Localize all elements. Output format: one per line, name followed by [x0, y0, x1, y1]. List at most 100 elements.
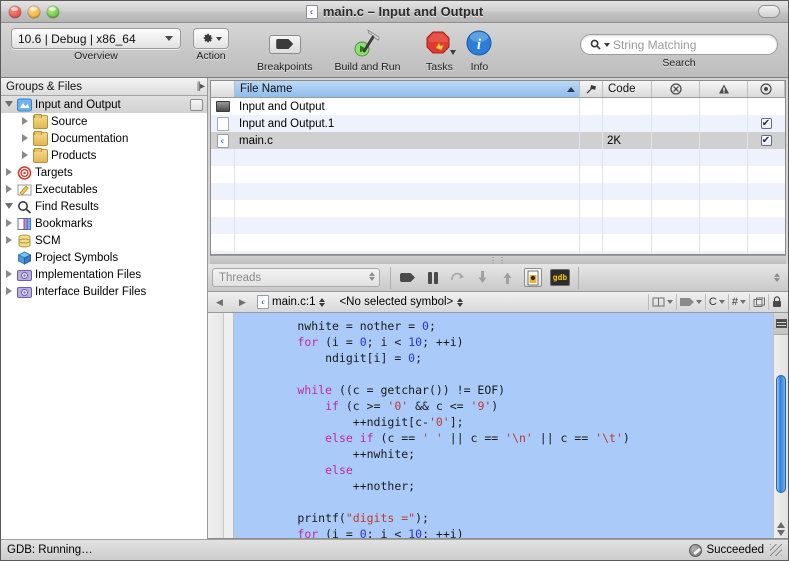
- chevron-right-icon[interactable]: [5, 168, 14, 177]
- smart-folder-icon: [17, 285, 32, 299]
- info-label: Info: [470, 61, 489, 73]
- console-button[interactable]: [524, 268, 542, 287]
- checkbox-checked-icon[interactable]: ✔: [760, 118, 772, 129]
- included-files-button[interactable]: #: [727, 294, 749, 310]
- sidebar-item-source[interactable]: Source: [1, 113, 207, 130]
- window-resize-grip[interactable]: [770, 544, 782, 556]
- sidebar-item-executables[interactable]: Executables: [1, 181, 207, 198]
- editor-gutter[interactable]: [208, 313, 224, 538]
- column-header-errors[interactable]: [652, 81, 700, 97]
- file-table-body[interactable]: Input and Output Input and Output.1 ✔ c main…: [211, 98, 785, 254]
- column-header-warnings[interactable]: [700, 81, 748, 97]
- file-name-cell: Input and Output.1: [235, 115, 580, 132]
- editor-focus-ribbon[interactable]: [224, 313, 234, 538]
- table-row[interactable]: Input and Output: [211, 98, 785, 115]
- step-over-button[interactable]: [449, 269, 466, 286]
- column-header-code[interactable]: Code: [603, 81, 652, 97]
- editor-vertical-scrollbar[interactable]: [773, 313, 788, 538]
- breakpoints-popup-button[interactable]: [675, 294, 705, 310]
- chevron-down-icon[interactable]: [5, 202, 14, 211]
- chevron-right-icon[interactable]: [5, 270, 14, 279]
- pause-button[interactable]: [424, 269, 441, 286]
- chevron-right-icon[interactable]: [5, 185, 14, 194]
- no-disclosure-icon: [5, 253, 14, 262]
- search-field[interactable]: String Matching: [580, 34, 778, 55]
- build-and-run-button[interactable]: [350, 28, 384, 60]
- column-header-file-name[interactable]: File Name: [235, 81, 580, 97]
- breakpoints-label: Breakpoints: [257, 61, 313, 73]
- action-button[interactable]: [193, 28, 229, 49]
- sidebar-item-targets[interactable]: Targets: [1, 164, 207, 181]
- chevron-right-icon[interactable]: [5, 219, 14, 228]
- column-header-target-membership[interactable]: [748, 81, 785, 97]
- symbol-popup[interactable]: <No selected symbol>: [339, 296, 464, 308]
- empty-cell: [211, 217, 235, 234]
- step-into-button[interactable]: [474, 269, 491, 286]
- split-editor-button[interactable]: [749, 294, 768, 310]
- sidebar-item-find-results[interactable]: Find Results: [1, 198, 207, 215]
- threads-popup[interactable]: Threads: [212, 268, 380, 287]
- chevron-right-icon[interactable]: [21, 117, 30, 126]
- checkbox-checked-icon[interactable]: ✔: [760, 135, 772, 146]
- code-token: for: [297, 335, 319, 349]
- empty-cell: [603, 183, 652, 200]
- scrollbar-thumb[interactable]: [776, 375, 786, 493]
- breakpoints-toggle-button[interactable]: [399, 269, 416, 286]
- lock-button[interactable]: [768, 294, 785, 310]
- file-history-popup[interactable]: c main.c:1: [257, 295, 326, 309]
- column-header-build[interactable]: [580, 81, 603, 97]
- tasks-button[interactable]: [422, 28, 457, 60]
- toolbar-toggle-button[interactable]: [758, 5, 780, 18]
- groups-and-files-tree[interactable]: Input and Output Source Documentation Produ…: [1, 96, 207, 539]
- horizontal-splitter[interactable]: ⋮⋮: [210, 255, 786, 265]
- source-code-text[interactable]: nwhite = nother = 0; for (i = 0; i < 10;…: [234, 313, 773, 538]
- chevron-right-icon[interactable]: [21, 151, 30, 160]
- search-placeholder: String Matching: [613, 37, 697, 52]
- sidebar-item-documentation[interactable]: Documentation: [1, 130, 207, 147]
- table-row[interactable]: Input and Output.1 ✔: [211, 115, 785, 132]
- nav-back-button[interactable]: ◀: [211, 295, 228, 310]
- chevron-right-icon[interactable]: [5, 287, 14, 296]
- item-options-icon[interactable]: [190, 98, 203, 111]
- step-out-icon: [503, 272, 512, 284]
- code-line: while ((c = getchar()) != EOF): [242, 382, 773, 398]
- chevron-right-icon[interactable]: [5, 236, 14, 245]
- target-membership-cell[interactable]: ✔: [748, 132, 785, 149]
- target-membership-cell[interactable]: [748, 98, 785, 115]
- overview-label: Overview: [74, 50, 118, 62]
- column-header-icon[interactable]: [211, 81, 235, 97]
- scrollbar-top-cap: [774, 313, 788, 335]
- sidebar-item-project-symbols[interactable]: Project Symbols: [1, 249, 207, 266]
- table-row[interactable]: c main.c 2K ✔: [211, 132, 785, 149]
- overview-popup[interactable]: 10.6 | Debug | x86_64: [11, 28, 181, 49]
- file-table[interactable]: File Name Code Input and Output Input an…: [210, 80, 786, 255]
- empty-cell: [700, 217, 748, 234]
- sidebar-item-implementation-files[interactable]: Implementation Files: [1, 266, 207, 283]
- breakpoints-button[interactable]: [268, 28, 302, 60]
- sidebar-item-bookmarks[interactable]: Bookmarks: [1, 215, 207, 232]
- split-pane-toggle-icon[interactable]: ||▸: [197, 81, 205, 92]
- code-line: printf("digits =");: [242, 510, 773, 526]
- sidebar-item-scm[interactable]: SCM: [1, 232, 207, 249]
- step-out-button[interactable]: [499, 269, 516, 286]
- sidebar-item-input-and-output[interactable]: Input and Output: [1, 96, 207, 113]
- column-label-code: Code: [608, 83, 636, 95]
- info-button[interactable]: i: [462, 28, 496, 60]
- status-bar: GDB: Running… Succeeded: [1, 539, 788, 560]
- chevron-right-icon[interactable]: [21, 134, 30, 143]
- sidebar-item-interface-builder-files[interactable]: Interface Builder Files: [1, 283, 207, 300]
- nav-forward-button[interactable]: ▶: [234, 295, 251, 310]
- threads-stepper-icon[interactable]: [369, 272, 375, 281]
- sidebar-item-products[interactable]: Products: [1, 147, 207, 164]
- gdb-button[interactable]: gdb: [550, 269, 570, 286]
- code-token: nwhite = nother =: [242, 319, 423, 333]
- chevron-down-icon[interactable]: [5, 100, 14, 109]
- bookmarks-button[interactable]: [647, 294, 676, 310]
- class-hierarchy-button[interactable]: C: [704, 294, 728, 310]
- scrollbar-arrows[interactable]: [774, 522, 788, 536]
- target-membership-cell[interactable]: ✔: [748, 115, 785, 132]
- chevron-down-icon: [666, 300, 673, 304]
- debug-stepper-icon[interactable]: [774, 273, 780, 282]
